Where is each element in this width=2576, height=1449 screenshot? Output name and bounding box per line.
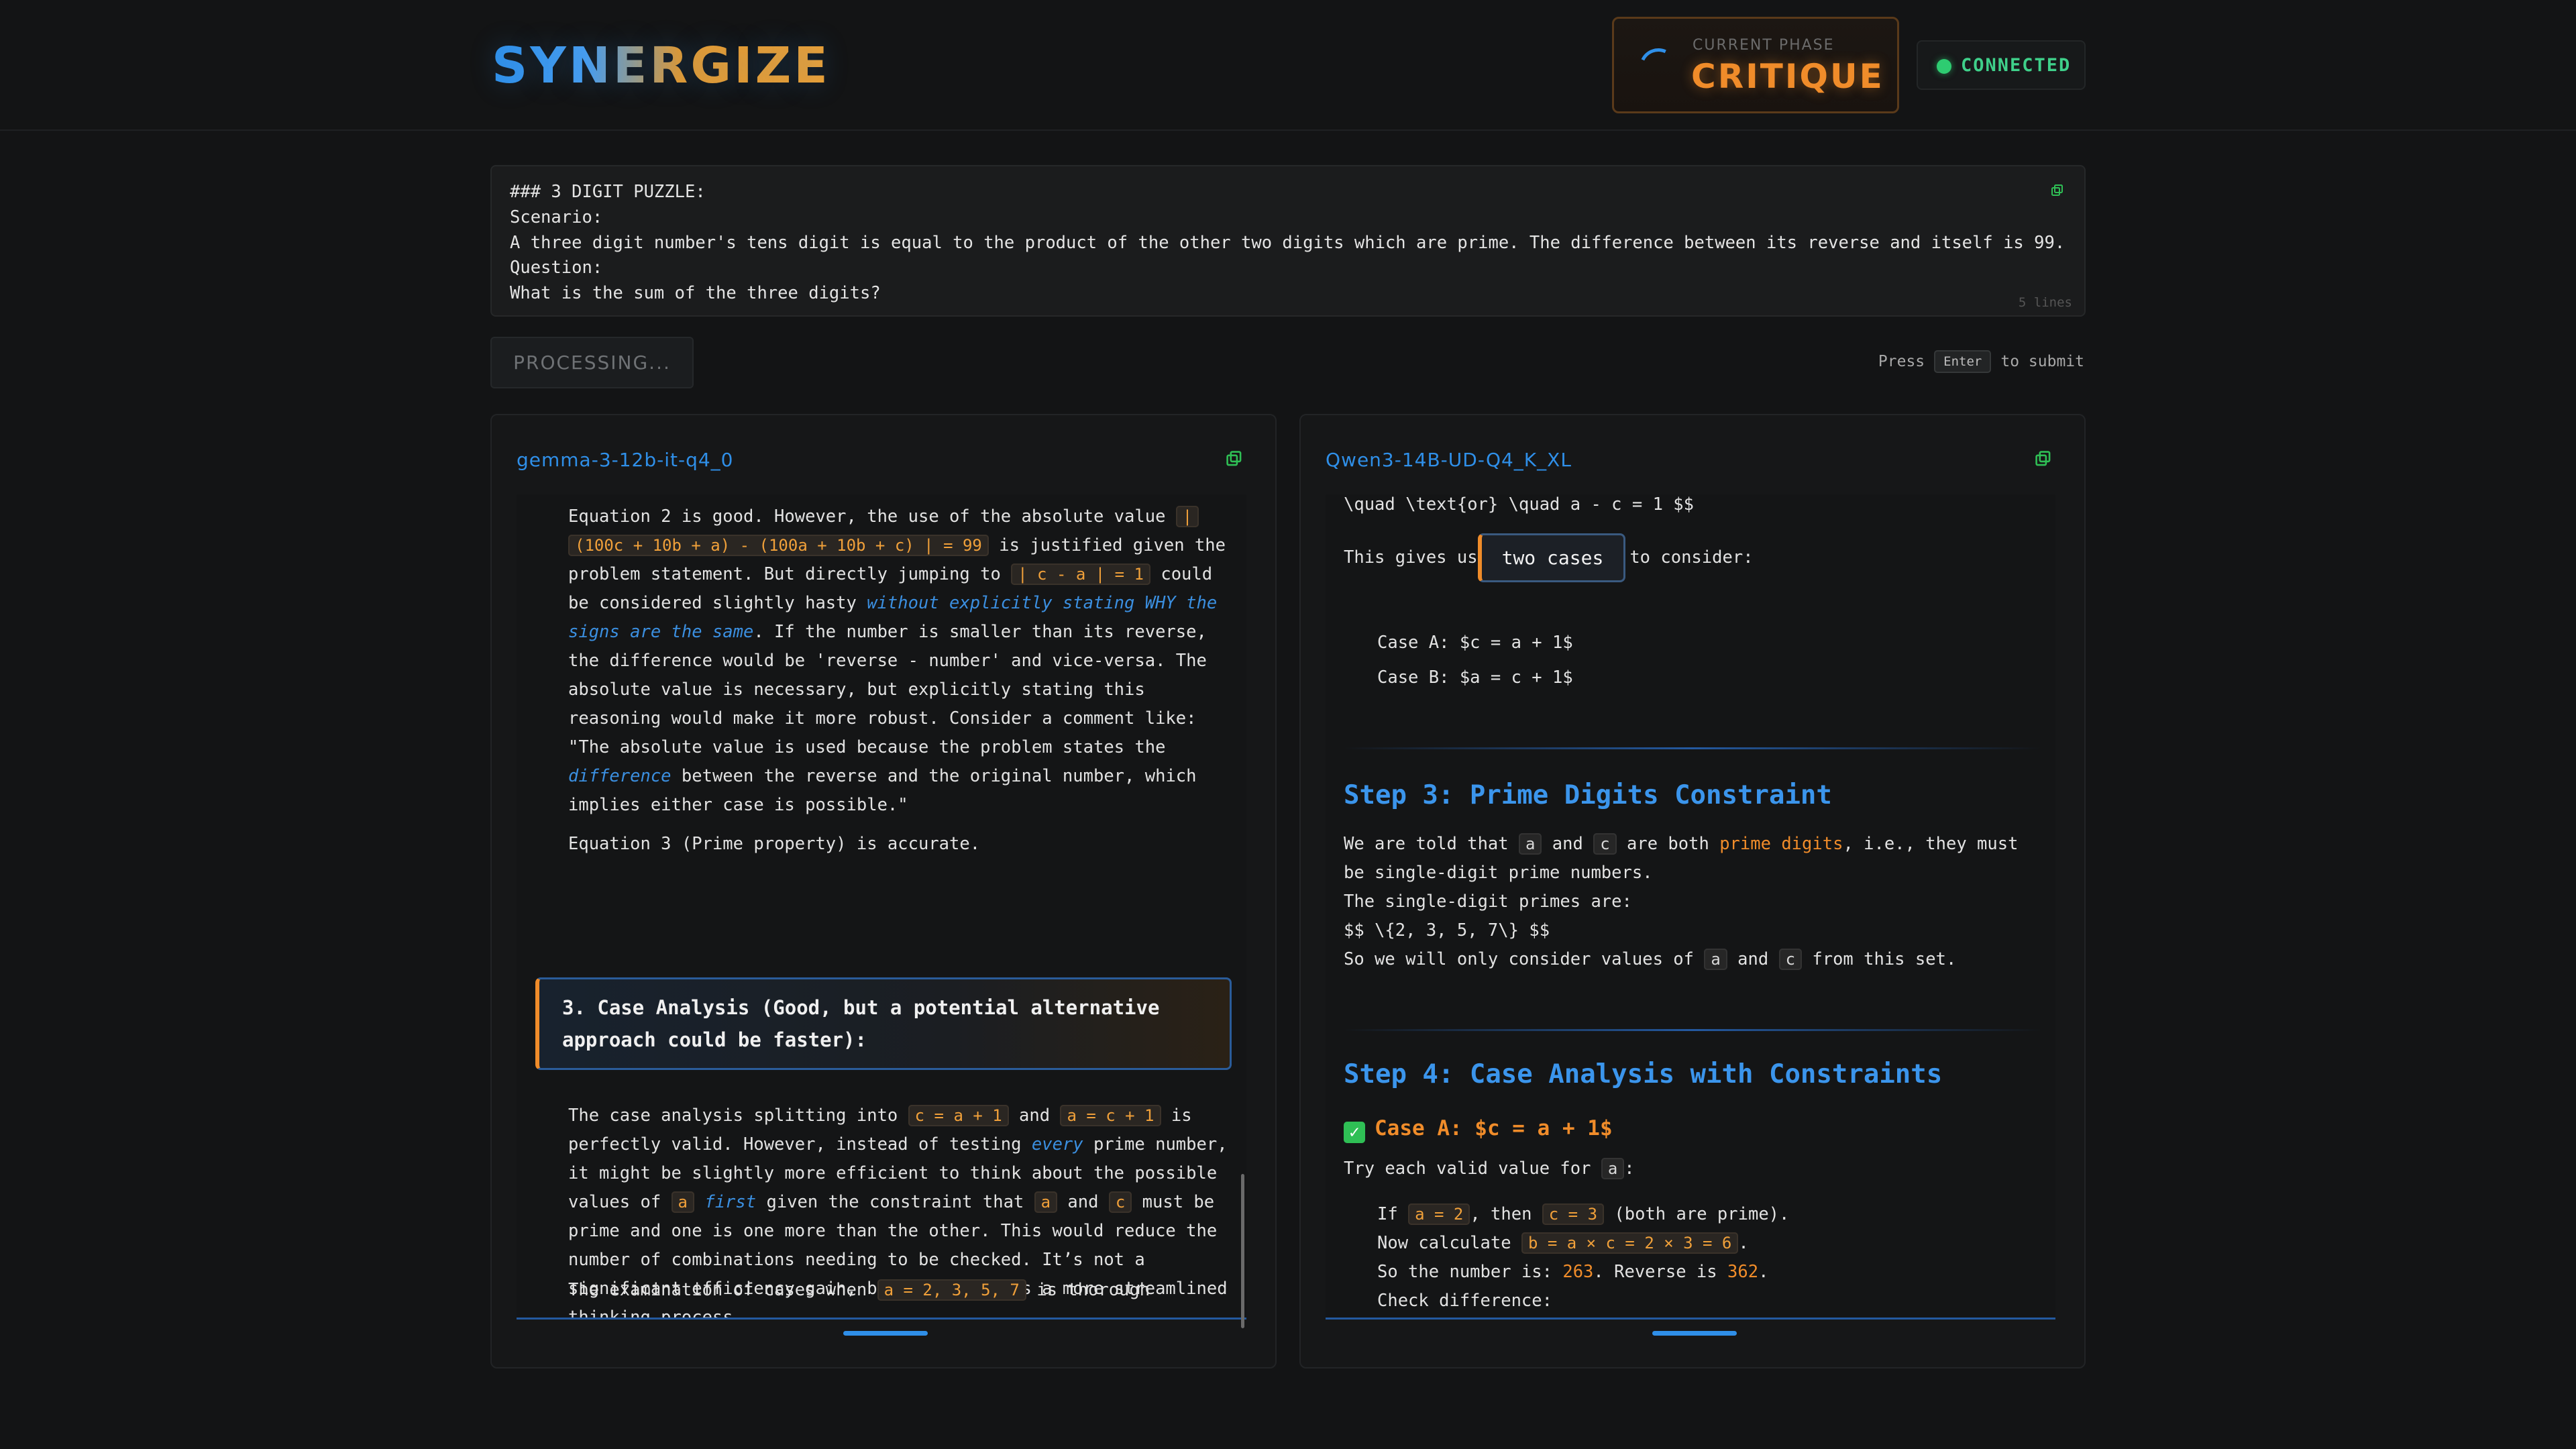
check-icon: ✓ [1344, 1122, 1365, 1143]
cases-intro: This gives us two cases to consider: [1344, 533, 1754, 582]
status-dot-icon [1937, 59, 1951, 74]
case-item: Case B: $a = c + 1$ [1377, 667, 1573, 688]
hint-pre: Press [1878, 353, 1925, 370]
processing-button[interactable]: PROCESSING... [490, 337, 694, 388]
connection-status: CONNECTED [1917, 40, 2086, 90]
divider [1344, 1029, 2041, 1031]
response-content[interactable]: \quad \text{or} \quad a - c = 1 $$ This … [1326, 494, 2055, 1320]
step-paragraph: We are told that a and c are both prime … [1344, 833, 2019, 970]
model-panel-left: gemma-3-12b-it-q4_0 Equation 2 is good. … [490, 414, 1277, 1368]
step-heading: Step 3: Prime Digits Constraint [1344, 780, 1832, 810]
copy-icon[interactable] [2051, 184, 2064, 197]
app-header: SYNERGIZE CURRENT PHASE CRITIQUE CONNECT… [0, 0, 2576, 131]
hint-post: to submit [2000, 353, 2084, 370]
app-logo: SYNERGIZE [492, 37, 830, 95]
model-name: Qwen3-14B-UD-Q4_K_XL [1326, 449, 1572, 471]
case-heading: ✓ Case A: $c = a + 1$ [1344, 1114, 1613, 1144]
step-heading: Step 4: Case Analysis with Constraints [1344, 1059, 1943, 1089]
scroll-indicator[interactable] [1652, 1331, 1737, 1336]
submit-hint: Press Enter to submit [1878, 350, 2084, 373]
spinner-icon [1634, 43, 1682, 91]
critique-paragraph: The examination of cases when a = 2, 3, … [568, 1279, 1150, 1301]
phase-label: CURRENT PHASE [1693, 37, 1835, 54]
step-paragraph: Try each valid value for a: [1344, 1158, 1635, 1179]
critique-paragraph: Equation 3 (Prime property) is accurate. [568, 834, 981, 854]
prompt-input[interactable]: ### 3 DIGIT PUZZLE: Scenario: A three di… [490, 165, 2086, 317]
step-paragraph: If a = 2, then c = 3 (both are prime). N… [1377, 1203, 1790, 1311]
case-item: Case A: $c = a + 1$ [1377, 633, 1573, 653]
divider [1344, 747, 2041, 749]
highlight-box: two cases [1477, 533, 1626, 582]
line-count: 5 lines [2018, 295, 2072, 310]
response-content[interactable]: Equation 2 is good. However, the use of … [517, 494, 1246, 1320]
copy-icon[interactable] [2035, 450, 2052, 468]
scroll-indicator[interactable] [843, 1331, 928, 1336]
vertical-scrollbar[interactable] [1241, 1174, 1244, 1328]
math-line: \quad \text{or} \quad a - c = 1 $$ [1344, 494, 1694, 515]
phase-value: CRITIQUE [1691, 57, 1884, 96]
enter-key-badge: Enter [1934, 350, 1992, 373]
prompt-text[interactable]: ### 3 DIGIT PUZZLE: Scenario: A three di… [510, 180, 2065, 307]
model-panel-right: Qwen3-14B-UD-Q4_K_XL \quad \text{or} \qu… [1299, 414, 2086, 1368]
connection-label: CONNECTED [1961, 55, 2072, 76]
copy-icon[interactable] [1226, 450, 1243, 468]
critique-paragraph: Equation 2 is good. However, the use of … [568, 506, 1226, 815]
section-heading: 3. Case Analysis (Good, but a potential … [535, 977, 1232, 1070]
model-name: gemma-3-12b-it-q4_0 [517, 449, 734, 471]
phase-indicator: CURRENT PHASE CRITIQUE [1612, 17, 1899, 113]
